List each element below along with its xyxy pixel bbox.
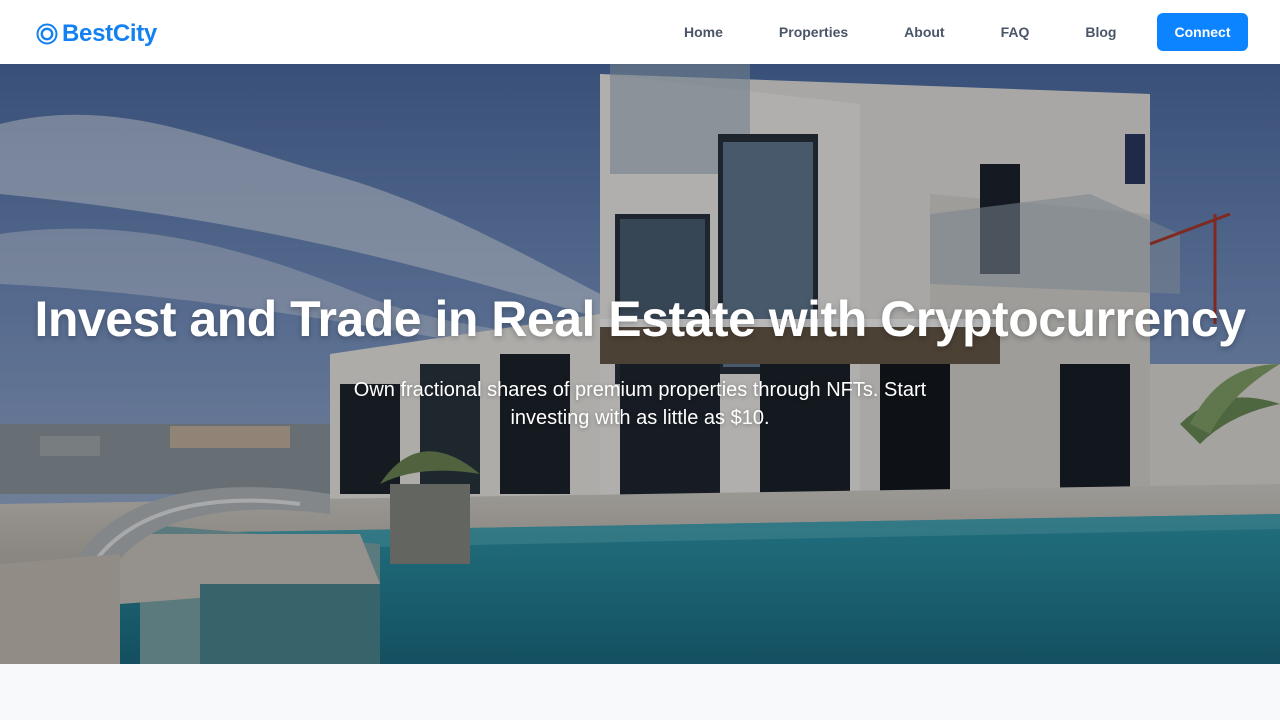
hero-title: Invest and Trade in Real Estate with Cry…	[34, 291, 1246, 347]
hero-subtitle: Own fractional shares of premium propert…	[353, 379, 927, 429]
nav-link-about[interactable]: About	[876, 16, 972, 48]
target-logo-icon	[36, 23, 58, 45]
main-nav: Home Properties About FAQ Blog	[656, 0, 1144, 64]
hero-section: Invest and Trade in Real Estate with Cry…	[0, 64, 1280, 664]
nav-link-properties[interactable]: Properties	[751, 16, 876, 48]
nav-link-blog[interactable]: Blog	[1057, 16, 1144, 48]
brand-name: BestCity	[62, 20, 157, 47]
nav-link-home[interactable]: Home	[656, 16, 751, 48]
site-header: BestCity Home Properties About FAQ Blog …	[0, 0, 1280, 64]
page-below-hero	[0, 664, 1280, 720]
nav-link-faq[interactable]: FAQ	[973, 16, 1058, 48]
connect-button[interactable]: Connect	[1157, 13, 1248, 51]
hero-dark-overlay	[0, 64, 1280, 664]
brand-logo-link[interactable]: BestCity	[36, 18, 157, 50]
